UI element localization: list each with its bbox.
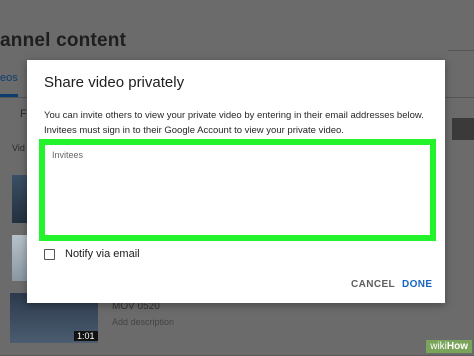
notify-via-email-row[interactable]: Notify via email	[44, 248, 140, 260]
video-thumbnail[interactable]	[12, 175, 28, 223]
wikihow-watermark: wikiHow	[426, 340, 472, 353]
invitees-input[interactable]	[45, 145, 430, 235]
invitees-highlight	[39, 139, 436, 241]
video-description[interactable]: Add description	[112, 317, 174, 327]
notify-checkbox[interactable]	[44, 248, 55, 260]
dialog-description: You can invite others to view your priva…	[44, 110, 424, 136]
tab-videos[interactable]: eos	[0, 72, 18, 84]
share-video-dialog: Share video privately You can invite oth…	[27, 60, 445, 303]
video-thumbnail[interactable]	[12, 235, 28, 281]
column-header-video: Vid	[12, 143, 25, 153]
watermark-wiki: wiki	[430, 341, 447, 352]
done-button[interactable]: DONE	[402, 279, 433, 290]
dialog-title: Share video privately	[44, 74, 185, 91]
side-panel	[448, 50, 474, 356]
cancel-button[interactable]: CANCEL	[351, 279, 395, 290]
page-title: annel content	[0, 30, 127, 51]
watermark-how: How	[446, 341, 468, 352]
filter-button[interactable]: F	[20, 108, 27, 120]
side-panel-button[interactable]	[452, 118, 474, 140]
video-duration: 1:01	[74, 331, 98, 341]
notify-label: Notify via email	[65, 248, 140, 260]
